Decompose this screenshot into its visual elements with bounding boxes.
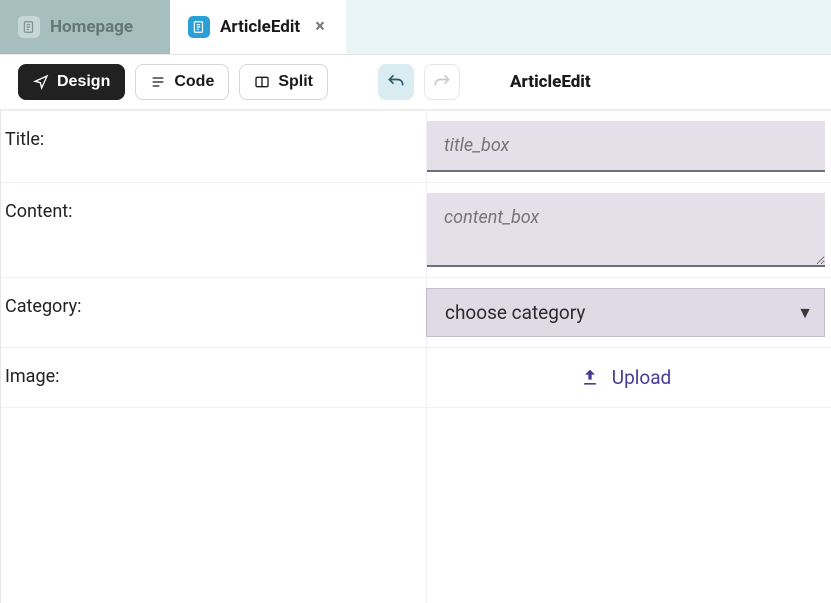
row-category: Category: choose category ▼ [1, 278, 831, 348]
category-select[interactable]: choose category [426, 288, 825, 337]
content-label: Content: [1, 183, 426, 223]
close-icon[interactable]: × [310, 17, 330, 37]
split-button[interactable]: Split [239, 64, 328, 100]
title-input[interactable] [426, 121, 825, 172]
code-button[interactable]: Code [135, 64, 229, 100]
paper-plane-icon [33, 74, 49, 90]
row-content: Content: [1, 183, 831, 278]
image-label: Image: [1, 348, 426, 388]
design-button[interactable]: Design [18, 64, 125, 100]
row-title: Title: [1, 111, 831, 183]
title-label: Title: [1, 111, 426, 151]
list-icon [150, 74, 166, 90]
form-area: Title: Content: Category: choose categor… [0, 111, 831, 603]
breadcrumb: ArticleEdit [510, 72, 591, 92]
tab-label: ArticleEdit [220, 17, 300, 37]
upload-icon [580, 368, 600, 388]
toolbar: Design Code Split ArticleEdit [0, 55, 831, 111]
content-textarea[interactable] [426, 193, 825, 267]
tab-label: Homepage [50, 17, 133, 37]
upload-button[interactable]: Upload [580, 366, 672, 389]
code-label: Code [174, 73, 214, 91]
page-icon [188, 16, 210, 38]
row-image: Image: Upload [1, 348, 831, 408]
split-label: Split [278, 73, 313, 91]
tab-articleedit[interactable]: ArticleEdit × [170, 0, 347, 54]
tab-homepage[interactable]: Homepage [0, 0, 170, 54]
redo-button[interactable] [424, 64, 460, 100]
split-icon [254, 74, 270, 90]
upload-label: Upload [612, 366, 672, 389]
undo-button[interactable] [378, 64, 414, 100]
design-label: Design [57, 73, 110, 91]
undo-icon [386, 72, 406, 92]
tab-bar: Homepage ArticleEdit × [0, 0, 831, 55]
category-label: Category: [1, 278, 426, 318]
redo-icon [432, 72, 452, 92]
page-icon [18, 16, 40, 38]
